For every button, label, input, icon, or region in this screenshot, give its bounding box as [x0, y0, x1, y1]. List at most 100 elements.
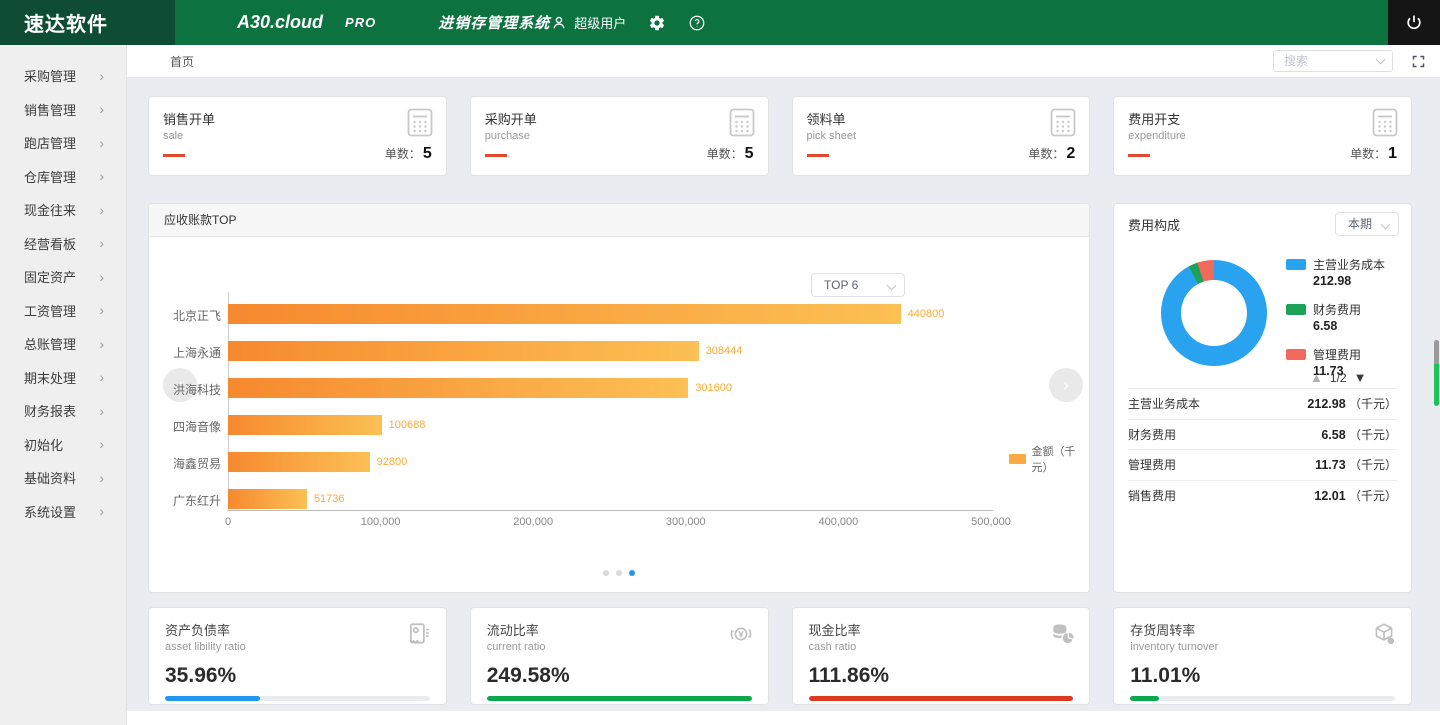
expense-table: 主营业务成本212.98 （千元）财务费用6.58 （千元）管理费用11.73 …	[1128, 388, 1397, 510]
bar-category-label: 四海音像	[155, 418, 221, 435]
kpi-card: 流动比率current ratio249.58%	[470, 607, 769, 705]
expense-table-row: 主营业务成本212.98 （千元）	[1128, 388, 1397, 419]
stat-card[interactable]: 采购开单purchase单数：5	[470, 96, 769, 176]
stat-count-label: 单数：	[1350, 147, 1386, 161]
calculator-icon	[1372, 108, 1398, 142]
bar-value-label: 92800	[377, 456, 408, 468]
kpi-progress-fill	[1130, 696, 1159, 701]
expense-legend-item: 主营业务成本212.98	[1286, 256, 1385, 288]
chevron-right-icon: ›	[99, 369, 104, 385]
expense-donut-chart	[1161, 260, 1267, 366]
logout-button[interactable]	[1388, 0, 1440, 45]
stat-card[interactable]: 销售开单sale单数：5	[148, 96, 447, 176]
sidebar-item[interactable]: 经营看板›	[0, 227, 126, 261]
expense-row-amount: 12.01	[1314, 489, 1345, 503]
toolbar: 首页	[127, 45, 1440, 78]
stat-count-label: 单数：	[1028, 147, 1064, 161]
sidebar-item[interactable]: 初始化›	[0, 428, 126, 462]
stat-count: 单数：1	[1350, 145, 1397, 163]
expense-legend-pager: ▲ 1/2 ▼	[1310, 370, 1366, 385]
sidebar-item[interactable]: 采购管理›	[0, 59, 126, 93]
settings-icon[interactable]	[648, 14, 666, 32]
bar-category-label: 海鑫贸易	[155, 455, 221, 472]
chevron-down-icon	[887, 281, 897, 291]
carousel-dot[interactable]	[616, 570, 622, 576]
sidebar-item-label: 销售管理	[24, 100, 76, 119]
currency-rotate-icon	[728, 621, 754, 652]
stat-count-label: 单数：	[385, 147, 421, 161]
scrollbar[interactable]	[1434, 340, 1439, 406]
bar	[228, 341, 699, 361]
sidebar-item-label: 固定资产	[24, 267, 76, 286]
expense-legend-line: 管理费用	[1286, 346, 1385, 363]
sidebar-item[interactable]: 期末处理›	[0, 361, 126, 395]
fullscreen-icon[interactable]	[1411, 54, 1426, 69]
help-icon[interactable]	[688, 14, 706, 32]
sidebar-item[interactable]: 财务报表›	[0, 394, 126, 428]
sidebar-item[interactable]: 跑店管理›	[0, 126, 126, 160]
kpi-title: 现金比率	[809, 620, 1074, 639]
chevron-right-icon: ›	[99, 135, 104, 151]
search-select[interactable]	[1273, 50, 1393, 72]
kpi-value: 111.86%	[809, 664, 1074, 688]
stat-card-row: 销售开单sale单数：5 采购开单 purchase 单数： 5 领料单pick shee…	[148, 96, 1412, 176]
sidebar: 采购管理›销售管理›跑店管理›仓库管理›现金往来›经营看板›固定资产›工资管理›…	[0, 45, 127, 725]
kpi-value: 35.96%	[165, 664, 430, 688]
scrollbar-thumb-green	[1434, 364, 1439, 406]
expense-row-value: 12.01 （千元）	[1314, 487, 1397, 504]
bar-value-label: 100688	[389, 419, 426, 431]
x-axis	[228, 510, 993, 511]
expense-row-unit: （千元）	[1346, 489, 1397, 503]
sidebar-item[interactable]: 系统设置›	[0, 495, 126, 529]
stat-card[interactable]: 费用开支expenditure单数：1	[1113, 96, 1412, 176]
logo: 速达软件	[0, 0, 175, 45]
period-select[interactable]: 本期	[1335, 212, 1399, 236]
sidebar-item-label: 仓库管理	[24, 167, 76, 186]
chart-legend: 金额（千元）	[1009, 443, 1089, 475]
sidebar-item[interactable]: 基础资料›	[0, 461, 126, 495]
carousel-next-button[interactable]: ›	[1049, 368, 1083, 402]
expense-row-label: 主营业务成本	[1128, 395, 1200, 412]
stat-count-value: 1	[1388, 145, 1397, 162]
sidebar-item[interactable]: 总账管理›	[0, 327, 126, 361]
expense-row-label: 销售费用	[1128, 487, 1176, 504]
stat-count-value: 5	[745, 145, 754, 162]
expense-legend-line: 主营业务成本	[1286, 256, 1385, 273]
tab-home[interactable]: 首页	[170, 53, 194, 70]
carousel-dot-active[interactable]	[629, 570, 635, 576]
carousel-dot[interactable]	[603, 570, 609, 576]
dashboard-page: 速达软件 A30.cloud PRO 进销存管理系统 超级用户 采购管理›销售管…	[0, 0, 1440, 725]
stat-card-title: 采购开单	[485, 109, 754, 128]
sidebar-item-label: 系统设置	[24, 502, 76, 521]
pager-up-icon[interactable]: ▲	[1310, 370, 1323, 385]
expense-title: 费用构成	[1128, 215, 1180, 234]
sidebar-item-label: 财务报表	[24, 401, 76, 420]
y-axis	[228, 292, 229, 510]
legend-label: 金额（千元）	[1032, 443, 1089, 475]
expense-row-amount: 11.73	[1315, 458, 1346, 472]
legend-value: 6.58	[1313, 319, 1385, 333]
calculator-icon	[407, 108, 433, 142]
sidebar-item[interactable]: 仓库管理›	[0, 160, 126, 194]
sidebar-item[interactable]: 销售管理›	[0, 93, 126, 127]
sidebar-item[interactable]: 现金往来›	[0, 193, 126, 227]
sidebar-item[interactable]: 固定资产›	[0, 260, 126, 294]
bar-category-label: 北京正飞	[155, 307, 221, 324]
expense-row-value: 6.58 （千元）	[1321, 426, 1397, 443]
sidebar-item[interactable]: 工资管理›	[0, 294, 126, 328]
expense-table-row: 财务费用6.58 （千元）	[1128, 419, 1397, 450]
kpi-card-row: 资产负债率asset libility ratio35.96%流动比率curre…	[148, 607, 1412, 705]
stat-card[interactable]: 领料单pick sheet单数：2	[792, 96, 1091, 176]
stat-card-subtitle: purchase	[485, 130, 754, 142]
user-menu[interactable]: 超级用户	[550, 13, 626, 32]
calculator-icon	[1050, 108, 1076, 142]
sidebar-item-label: 总账管理	[24, 334, 76, 353]
search-input[interactable]	[1273, 50, 1393, 72]
kpi-card: 资产负债率asset libility ratio35.96%	[148, 607, 447, 705]
kpi-subtitle: cash ratio	[809, 641, 1074, 653]
topn-select[interactable]: TOP 6	[811, 273, 905, 297]
footer-strip	[127, 711, 1440, 725]
stat-card-title: 费用开支	[1128, 109, 1397, 128]
kpi-progress-track	[1130, 696, 1395, 701]
pager-down-icon[interactable]: ▼	[1354, 370, 1367, 385]
